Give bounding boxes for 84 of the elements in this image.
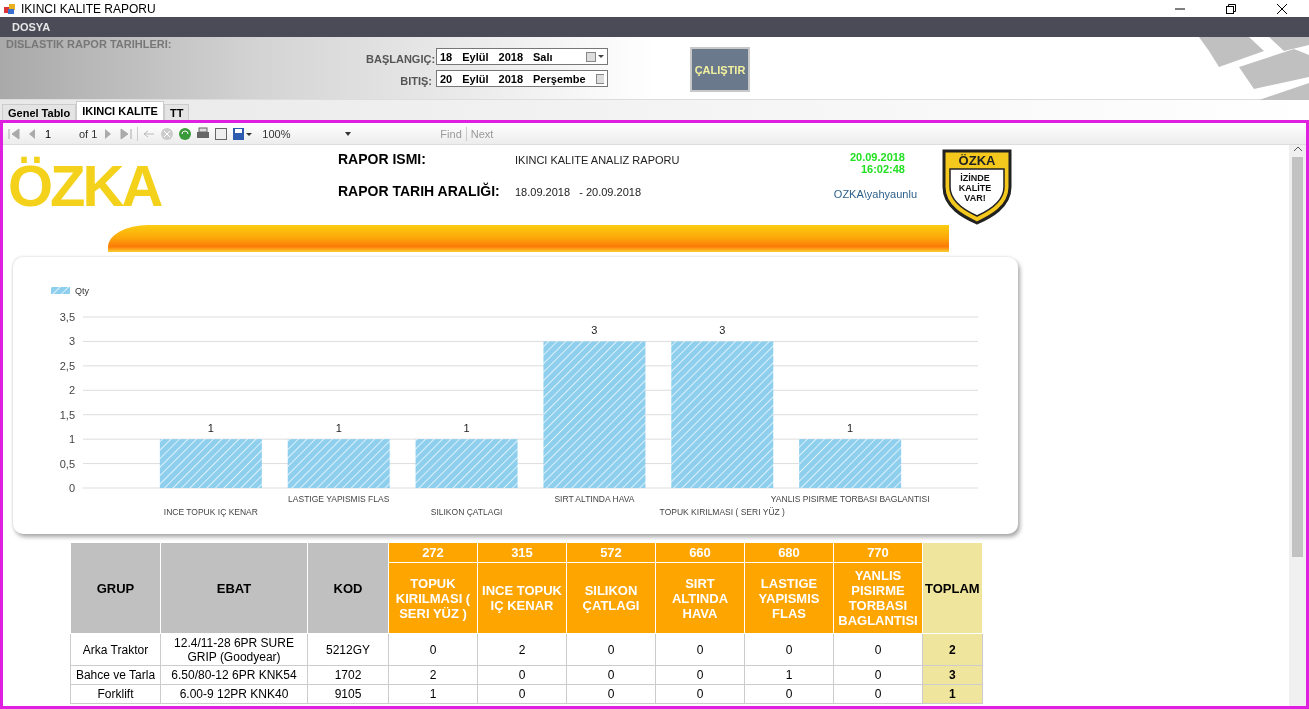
axis-tick-label: 1,5 bbox=[59, 408, 75, 421]
date-picker[interactable]: 18 Eylül 2018 Salı bbox=[436, 48, 608, 65]
date-label: BITIŞ: bbox=[399, 73, 433, 87]
legend-swatch bbox=[51, 287, 70, 294]
table-cell: 2 bbox=[477, 633, 567, 666]
data-label: 1 bbox=[463, 422, 470, 435]
print-icon[interactable] bbox=[196, 126, 211, 141]
column-header: INCE TOPUK IÇ KENAR bbox=[477, 562, 567, 634]
column-header: LASTIGE YAPISMIS FLAS bbox=[744, 562, 834, 634]
first-page-icon[interactable] bbox=[7, 126, 21, 141]
column-header: SILIKON ÇATLAGI bbox=[566, 562, 656, 634]
column-header: EBAT bbox=[160, 542, 308, 634]
axis-tick-label: 2 bbox=[68, 384, 75, 397]
page-layout-icon[interactable] bbox=[214, 126, 229, 141]
table-cell: 0 bbox=[566, 633, 656, 666]
date-range: 18.09.2018 - 20.09.2018 bbox=[515, 186, 642, 198]
table-cell: 2 bbox=[922, 633, 983, 666]
axis-tick-label: 3 bbox=[68, 335, 75, 348]
report-time: 16:02:48 bbox=[860, 163, 905, 175]
menu-item[interactable]: DOSYA bbox=[10, 21, 53, 33]
tab[interactable]: TT bbox=[163, 104, 190, 120]
category-label: INCE TOPUK IÇ KENAR bbox=[163, 507, 258, 517]
data-label: 1 bbox=[335, 422, 342, 435]
save-icon[interactable] bbox=[232, 126, 253, 141]
tab[interactable]: IKINCI KALITE bbox=[76, 101, 164, 120]
user-name: OZKA\yahyaunlu bbox=[833, 188, 917, 200]
report-date: 20.09.2018 bbox=[849, 151, 905, 163]
column-code: 680 bbox=[744, 542, 834, 563]
app-icon bbox=[4, 2, 16, 15]
table-cell: 5212GY bbox=[307, 633, 389, 666]
restore-icon[interactable] bbox=[1226, 3, 1236, 14]
calendar-dropdown-icon[interactable] bbox=[586, 51, 604, 62]
category-label: LASTIGE YAPISMIS FLAS bbox=[288, 494, 390, 504]
axis-tick-label: 0,5 bbox=[59, 457, 75, 470]
table-cell: Arka Traktor bbox=[70, 633, 161, 666]
close-icon[interactable] bbox=[1277, 3, 1287, 14]
column-header: YANLIS PISIRME TORBASI BAGLANTISI bbox=[833, 562, 923, 634]
date-range-label: RAPOR TARIH ARALIĞI: bbox=[338, 183, 501, 199]
column-code: 770 bbox=[833, 542, 923, 563]
refresh-icon[interactable] bbox=[178, 126, 193, 141]
report-name: IKINCI KALITE ANALIZ RAPORU bbox=[515, 154, 681, 166]
column-code: 572 bbox=[566, 542, 656, 563]
table-cell: 12.4/11-28 6PR SURE GRIP (Goodyear) bbox=[160, 633, 308, 666]
category-label: SILIKON ÇATLAGI bbox=[430, 507, 503, 517]
table-cell: 0 bbox=[744, 633, 834, 666]
company-logo: ÖZKA bbox=[8, 152, 162, 220]
zoom-select[interactable]: 100% bbox=[259, 125, 355, 142]
column-code: 660 bbox=[655, 542, 745, 563]
axis-tick-label: 2,5 bbox=[59, 359, 75, 372]
column-header: GRUP bbox=[70, 542, 161, 634]
vertical-scrollbar[interactable] bbox=[1289, 145, 1306, 706]
caret-icon[interactable] bbox=[345, 131, 352, 136]
data-label: 1 bbox=[847, 422, 854, 435]
date-label: BAŞLANGIÇ: bbox=[366, 51, 436, 65]
column-header: TOPLAM bbox=[922, 542, 983, 634]
column-code: 315 bbox=[477, 542, 567, 563]
category-label: YANLIS PISIRME TORBASI BAGLANTISI bbox=[770, 494, 930, 504]
column-header: KOD bbox=[307, 542, 389, 634]
date-picker[interactable]: 20 Eylül 2018 Perşembe bbox=[436, 70, 608, 87]
report-name-label: RAPOR ISMI: bbox=[338, 151, 427, 167]
column-header: SIRT ALTINDA HAVA bbox=[655, 562, 745, 634]
section-title: DISLASTIK RAPOR TARIHLERI: bbox=[6, 38, 173, 50]
category-label: TOPUK KIRILMASI ( SERI YÜZ ) bbox=[659, 507, 785, 517]
column-header: TOPUK KIRILMASI ( SERI YÜZ ) bbox=[388, 562, 478, 634]
table-cell: 0 bbox=[833, 633, 923, 666]
axis-tick-label: 3,5 bbox=[59, 311, 75, 323]
data-label: 1 bbox=[207, 422, 214, 435]
category-label: SIRT ALTINDA HAVA bbox=[554, 494, 635, 504]
tab[interactable]: Genel Tablo bbox=[2, 104, 77, 120]
scroll-up-icon[interactable] bbox=[1293, 145, 1302, 153]
data-label: 3 bbox=[719, 324, 726, 337]
window-title: IKINCI KALITE RAPORU bbox=[21, 1, 157, 16]
axis-tick-label: 1 bbox=[68, 433, 75, 446]
page-count: of 1 bbox=[79, 127, 98, 140]
shield-logo: ÖZKA İZİNDE KALİTE VAR! bbox=[940, 147, 1014, 225]
axis-tick-label: 0 bbox=[68, 482, 75, 494]
last-page-icon[interactable] bbox=[119, 126, 134, 141]
table-cell: 0 bbox=[388, 633, 478, 666]
table-cell: 0 bbox=[655, 633, 745, 666]
column-code: 272 bbox=[388, 542, 478, 563]
legend-label: Qty bbox=[75, 286, 89, 296]
data-label: 3 bbox=[591, 324, 598, 337]
run-button[interactable]: ÇALIŞTIR bbox=[690, 47, 750, 92]
page-number-field[interactable]: 1 bbox=[43, 125, 75, 142]
